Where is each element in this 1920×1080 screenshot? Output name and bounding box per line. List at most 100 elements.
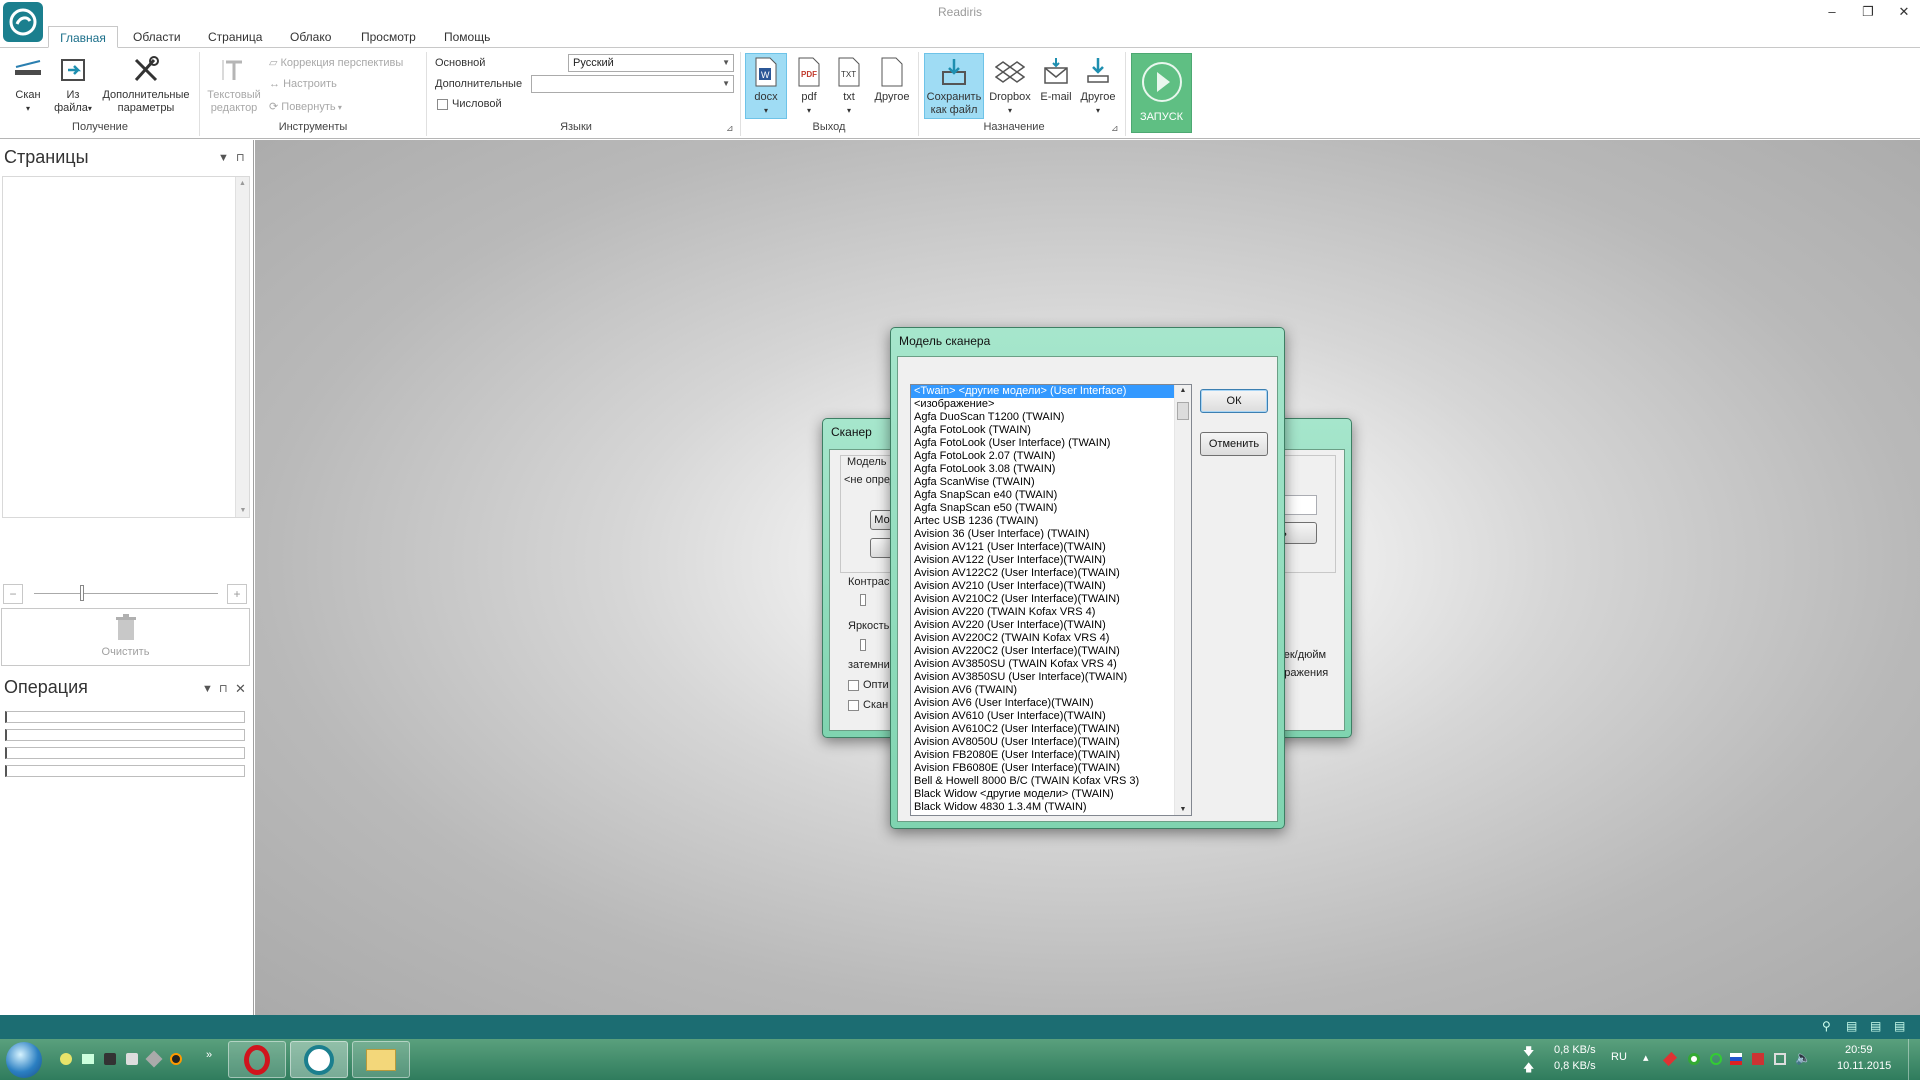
pin-icon[interactable]: ⊓ [236, 151, 245, 164]
scanner-model-item[interactable]: Avision AV3850SU (TWAIN Kofax VRS 4) [911, 658, 1191, 671]
clock-date[interactable]: 10.11.2015 [1837, 1060, 1891, 1072]
scanner-model-scrollbar[interactable]: ▲ ▼ [1174, 385, 1191, 815]
output-docx-button[interactable]: W docx ▾ [746, 56, 786, 117]
contrast-slider-thumb[interactable] [860, 594, 866, 606]
extra-language-select[interactable]: ▼ [531, 75, 734, 93]
brightness-slider-thumb[interactable] [860, 639, 866, 651]
scanner-model-item[interactable]: Avision AV220C2 (TWAIN Kofax VRS 4) [911, 632, 1191, 645]
scroll-up-icon[interactable]: ▲ [1175, 387, 1191, 394]
start-button[interactable] [6, 1042, 42, 1078]
quicklaunch-icon[interactable] [126, 1053, 138, 1065]
zoom-slider-track[interactable] [34, 593, 218, 594]
show-more-icon[interactable]: » [206, 1049, 212, 1061]
document-icon[interactable]: ▤ [1894, 1019, 1905, 1033]
zoom-out-button[interactable]: − [3, 584, 23, 604]
close-button[interactable]: ✕ [1884, 2, 1920, 22]
explorer-taskbar-button[interactable] [352, 1041, 410, 1078]
output-txt-button[interactable]: TXT txt ▾ [830, 56, 868, 117]
russian-flag-icon[interactable] [1730, 1053, 1742, 1065]
close-panel-icon[interactable]: ✕ [235, 681, 246, 697]
tab-page[interactable]: Страница [198, 26, 272, 48]
quicklaunch-icon[interactable] [170, 1053, 182, 1065]
ok-button[interactable]: ОК [1200, 389, 1268, 413]
scanner-model-item[interactable]: Avision AV6 (User Interface)(TWAIN) [911, 697, 1191, 710]
tab-help[interactable]: Помощь [434, 26, 500, 48]
search-icon[interactable]: ⚲ [1822, 1019, 1831, 1033]
panel-menu-icon[interactable]: ▼ [218, 152, 229, 164]
scanner-model-item[interactable]: Avision AV610C2 (User Interface)(TWAIN) [911, 723, 1191, 736]
scanner-model-item[interactable]: Agfa FotoLook 2.07 (TWAIN) [911, 450, 1191, 463]
scan-option-checkbox[interactable]: Скан [848, 699, 888, 711]
scanner-model-item[interactable]: Black Widow <другие модели> (TWAIN) [911, 788, 1191, 801]
zoom-slider-thumb[interactable] [80, 585, 84, 601]
option-checkbox[interactable]: Опти [848, 679, 889, 691]
opera-taskbar-button[interactable] [228, 1041, 286, 1078]
pages-scrollbar[interactable]: ▲ ▼ [235, 177, 249, 517]
scanner-model-item[interactable]: Bell & Howell 8000 B/C (TWAIN Kofax VRS … [911, 775, 1191, 788]
scanner-model-list[interactable]: <Twain> <другие модели> (User Interface)… [910, 384, 1192, 816]
perspective-correction-button[interactable]: ▱ Коррекция перспективы [269, 56, 403, 69]
dropbox-button[interactable]: Dropbox ▾ [986, 56, 1034, 117]
email-button[interactable]: E-mail [1036, 56, 1076, 104]
pin-icon[interactable]: ⊓ [219, 682, 228, 695]
adjust-button[interactable]: ↔ Настроить [269, 78, 337, 90]
scanner-model-item[interactable]: Agfa FotoLook (TWAIN) [911, 424, 1191, 437]
from-file-button[interactable]: Из файла▾ [52, 54, 94, 115]
scanner-model-item[interactable]: Agfa SnapScan e50 (TWAIN) [911, 502, 1191, 515]
quicklaunch-icon[interactable] [82, 1054, 94, 1064]
tray-app-icon[interactable] [1662, 1051, 1678, 1067]
zoom-in-button[interactable]: + [227, 584, 247, 604]
scanner-model-item[interactable]: Avision AV220C2 (User Interface)(TWAIN) [911, 645, 1191, 658]
volume-icon[interactable]: 🔈 [1795, 1050, 1811, 1066]
text-editor-button[interactable]: Текстовый редактор [205, 54, 263, 115]
tray-app-icon[interactable] [1688, 1053, 1700, 1065]
dialog-launcher-icon[interactable]: ⊿ [1111, 123, 1119, 134]
clear-button[interactable]: Очистить [1, 608, 250, 666]
scanner-model-item[interactable]: Agfa ScanWise (TWAIN) [911, 476, 1191, 489]
document-icon[interactable]: ▤ [1846, 1019, 1857, 1033]
scanner-model-item[interactable]: Avision AV210C2 (User Interface)(TWAIN) [911, 593, 1191, 606]
scanner-model-item[interactable]: Artec USB 1236 (TWAIN) [911, 515, 1191, 528]
numeric-checkbox[interactable]: Числовой [437, 98, 502, 110]
show-desktop-button[interactable] [1908, 1039, 1920, 1080]
language-indicator[interactable]: RU [1611, 1051, 1627, 1063]
tray-app-icon[interactable] [1752, 1053, 1764, 1065]
scanner-model-item[interactable]: Avision AV121 (User Interface)(TWAIN) [911, 541, 1191, 554]
rotate-button[interactable]: ⟳ Повернуть ▾ [269, 100, 342, 113]
document-icon[interactable]: ▤ [1870, 1019, 1881, 1033]
pages-list[interactable]: ▲ ▼ [2, 176, 250, 518]
scanner-model-item[interactable]: Avision AV220 (TWAIN Kofax VRS 4) [911, 606, 1191, 619]
scanner-model-item[interactable]: Agfa FotoLook (User Interface) (TWAIN) [911, 437, 1191, 450]
tab-zones[interactable]: Области [123, 26, 191, 48]
scanner-model-item[interactable]: Avision AV122 (User Interface)(TWAIN) [911, 554, 1191, 567]
scroll-down-icon[interactable]: ▼ [236, 507, 250, 514]
scanner-model-item[interactable]: Avision FB2080E (User Interface)(TWAIN) [911, 749, 1191, 762]
quicklaunch-icon[interactable] [145, 1050, 163, 1068]
scanner-model-item[interactable]: Agfa SnapScan e40 (TWAIN) [911, 489, 1191, 502]
scanner-model-item[interactable]: Avision AV610 (User Interface)(TWAIN) [911, 710, 1191, 723]
scanner-model-item[interactable]: Avision 36 (User Interface) (TWAIN) [911, 528, 1191, 541]
cancel-button[interactable]: Отменить [1200, 432, 1268, 456]
scanner-model-item[interactable]: <изображение> [911, 398, 1191, 411]
restore-button[interactable]: ❐ [1848, 2, 1888, 22]
tab-cloud[interactable]: Облако [280, 26, 341, 48]
dialog-launcher-icon[interactable]: ⊿ [726, 123, 734, 134]
scanner-model-item[interactable]: Avision AV6 (TWAIN) [911, 684, 1191, 697]
scanner-model-item[interactable]: Agfa FotoLook 3.08 (TWAIN) [911, 463, 1191, 476]
scanner-model-item[interactable]: <Twain> <другие модели> (User Interface) [911, 385, 1191, 399]
scroll-up-icon[interactable]: ▲ [236, 180, 249, 187]
scanner-model-item[interactable]: Avision AV3850SU (User Interface)(TWAIN) [911, 671, 1191, 684]
scanner-model-item[interactable]: Avision FB6080E (User Interface)(TWAIN) [911, 762, 1191, 775]
clock-time[interactable]: 20:59 [1845, 1044, 1873, 1056]
minimize-button[interactable]: – [1812, 2, 1852, 22]
tray-expand-icon[interactable]: ▴ [1643, 1051, 1649, 1064]
save-as-file-button[interactable]: Сохранить как файл [924, 56, 984, 117]
destination-other-button[interactable]: Другое ▾ [1078, 56, 1118, 117]
tab-view[interactable]: Просмотр [351, 26, 426, 48]
scanner-model-item[interactable]: Agfa DuoScan T1200 (TWAIN) [911, 411, 1191, 424]
advanced-settings-button[interactable]: Дополнительные параметры [98, 54, 194, 115]
scan-button[interactable]: Скан ▾ [10, 54, 46, 115]
scanner-model-item[interactable]: Avision AV122C2 (User Interface)(TWAIN) [911, 567, 1191, 580]
panel-menu-icon[interactable]: ▼ [202, 683, 213, 695]
output-other-button[interactable]: Другое [870, 56, 914, 104]
